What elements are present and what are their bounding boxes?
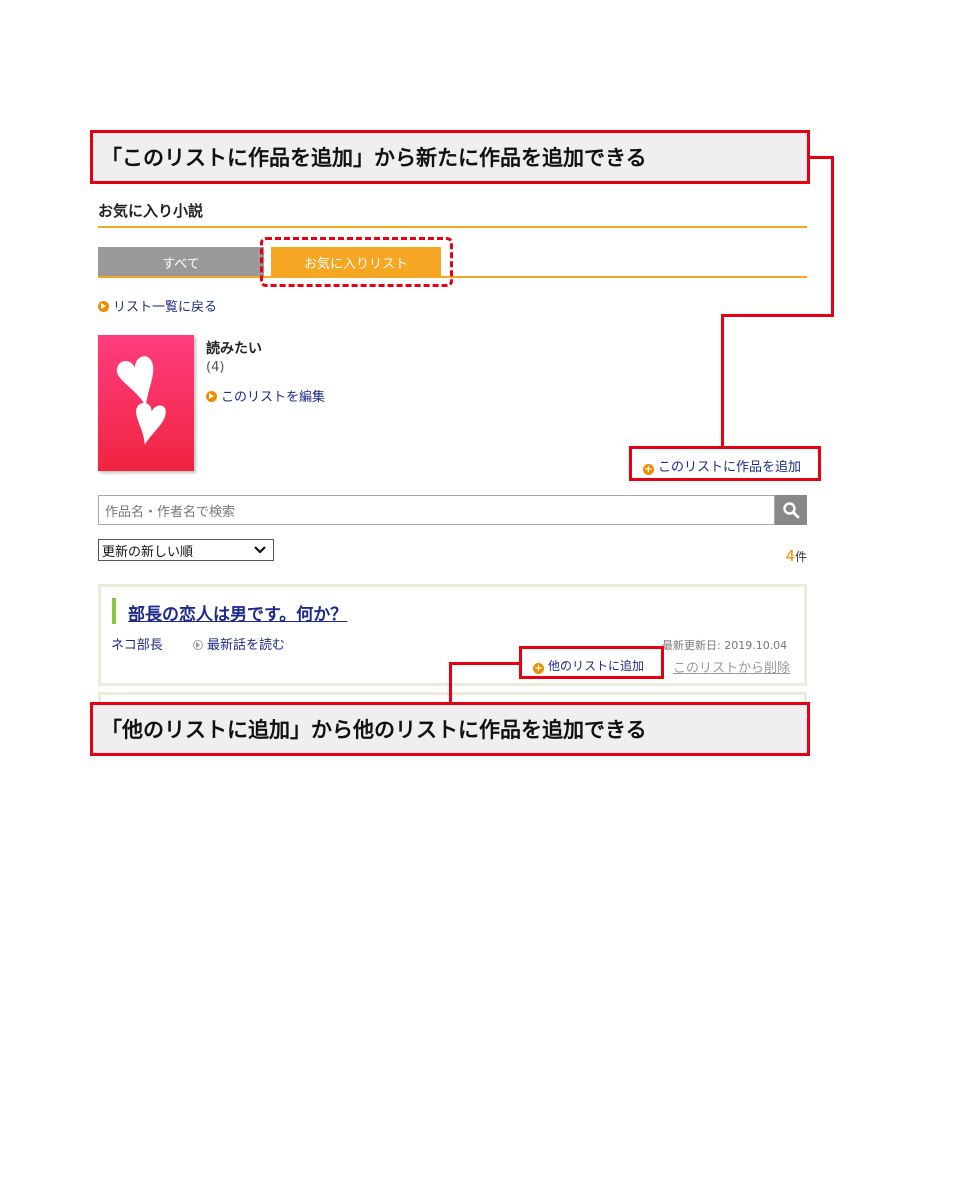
callout-bottom-text: 「他のリストに追加」から他のリストに作品を追加できる [101, 718, 647, 742]
sort-selected-label: 更新の新しい順 [102, 544, 194, 560]
work-title-link[interactable]: 部長の恋人は男です。何か？ [128, 600, 347, 625]
search-icon [783, 502, 800, 519]
title-marker [112, 598, 116, 624]
add-to-other-list-label: 他のリストに追加 [548, 659, 645, 673]
add-work-to-list-link[interactable]: + このリストに作品を追加 [643, 456, 801, 475]
result-count-unit: 件 [794, 550, 807, 564]
search-button[interactable] [775, 495, 807, 525]
add-work-to-list-label: このリストに作品を追加 [658, 460, 802, 475]
callout-add-to-this-list: 「このリストに作品を追加」から新たに作品を追加できる [90, 130, 810, 184]
callout-connector [449, 662, 519, 665]
hearts-icon [116, 356, 166, 445]
tab-all-label: すべて [162, 256, 200, 272]
read-latest-link[interactable]: 最新話を読む [193, 634, 285, 653]
callout-connector [449, 662, 452, 704]
remove-from-list-link[interactable]: このリストから削除 [673, 657, 790, 676]
arrow-circle-icon [98, 301, 109, 312]
edit-list-label: このリストを編集 [221, 390, 326, 405]
list-cover-image [98, 335, 194, 471]
result-count: 4件 [760, 546, 807, 565]
arrow-circle-icon [206, 391, 217, 402]
read-latest-label: 最新話を読む [207, 638, 286, 653]
search-input[interactable]: 作品名・作者名で検索 [98, 495, 775, 525]
back-to-lists-link[interactable]: リスト一覧に戻る [98, 296, 217, 315]
title-divider [98, 226, 807, 228]
callout-connector [721, 314, 834, 317]
edit-list-link[interactable]: このリストを編集 [206, 386, 325, 405]
list-name: 読みたい [206, 341, 262, 357]
author-link[interactable]: ネコ部長 [111, 634, 163, 653]
callout-add-to-other-list: 「他のリストに追加」から他のリストに作品を追加できる [90, 702, 810, 756]
plus-circle-icon: + [533, 663, 544, 674]
search-placeholder: 作品名・作者名で検索 [105, 504, 236, 520]
callout-connector [721, 314, 724, 448]
callout-connector [831, 156, 834, 317]
sort-select[interactable]: 更新の新しい順 [98, 539, 274, 561]
back-to-lists-label: リスト一覧に戻る [113, 300, 218, 315]
page-title: お気に入り小説 [98, 202, 204, 220]
result-count-number: 4 [785, 547, 795, 565]
highlight-favorite-tab [260, 237, 453, 287]
chevron-down-icon [254, 546, 266, 554]
tab-all[interactable]: すべて [98, 247, 264, 277]
callout-top-text: 「このリストに作品を追加」から新たに作品を追加できる [101, 146, 647, 170]
arrow-circle-icon [193, 640, 203, 650]
last-updated: 最新更新日: 2019.10.04 [662, 639, 788, 652]
plus-circle-icon: + [643, 464, 654, 475]
add-to-other-list-link[interactable]: + 他のリストに追加 [533, 657, 644, 674]
list-item-count: (4) [206, 360, 225, 375]
